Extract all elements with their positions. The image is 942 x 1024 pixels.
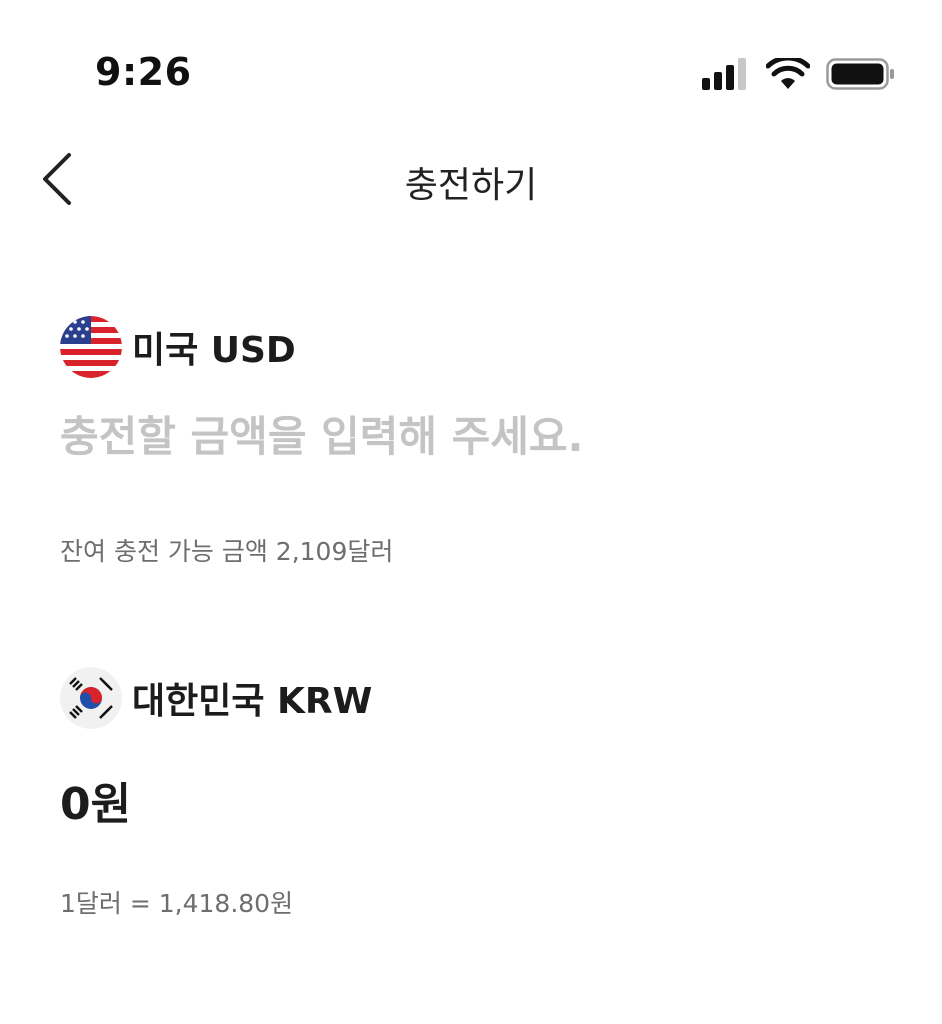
exchange-rate: 1달러 = 1,418.80원: [60, 889, 294, 918]
nav-bar: 충전하기: [0, 130, 942, 230]
usd-currency-header: 미국 USD: [60, 316, 296, 378]
krw-currency-label: 대한민국 KRW: [132, 681, 373, 722]
kr-flag-icon: [60, 667, 122, 729]
wifi-icon: [765, 55, 811, 94]
cellular-signal-icon: [702, 58, 750, 94]
remaining-charge-limit: 잔여 충전 가능 금액 2,109달러: [60, 537, 394, 566]
status-icons: [702, 55, 896, 94]
status-time: 9:26: [95, 50, 192, 94]
usd-currency-label: 미국 USD: [132, 330, 296, 371]
battery-icon: [826, 58, 896, 94]
status-bar: 9:26: [0, 0, 942, 110]
krw-currency-header: 대한민국 KRW: [60, 667, 372, 729]
us-flag-icon: [60, 316, 122, 378]
usd-amount-input[interactable]: [60, 412, 880, 461]
page-title: 충전하기: [404, 165, 538, 206]
krw-converted-amount: 0원: [60, 779, 132, 830]
